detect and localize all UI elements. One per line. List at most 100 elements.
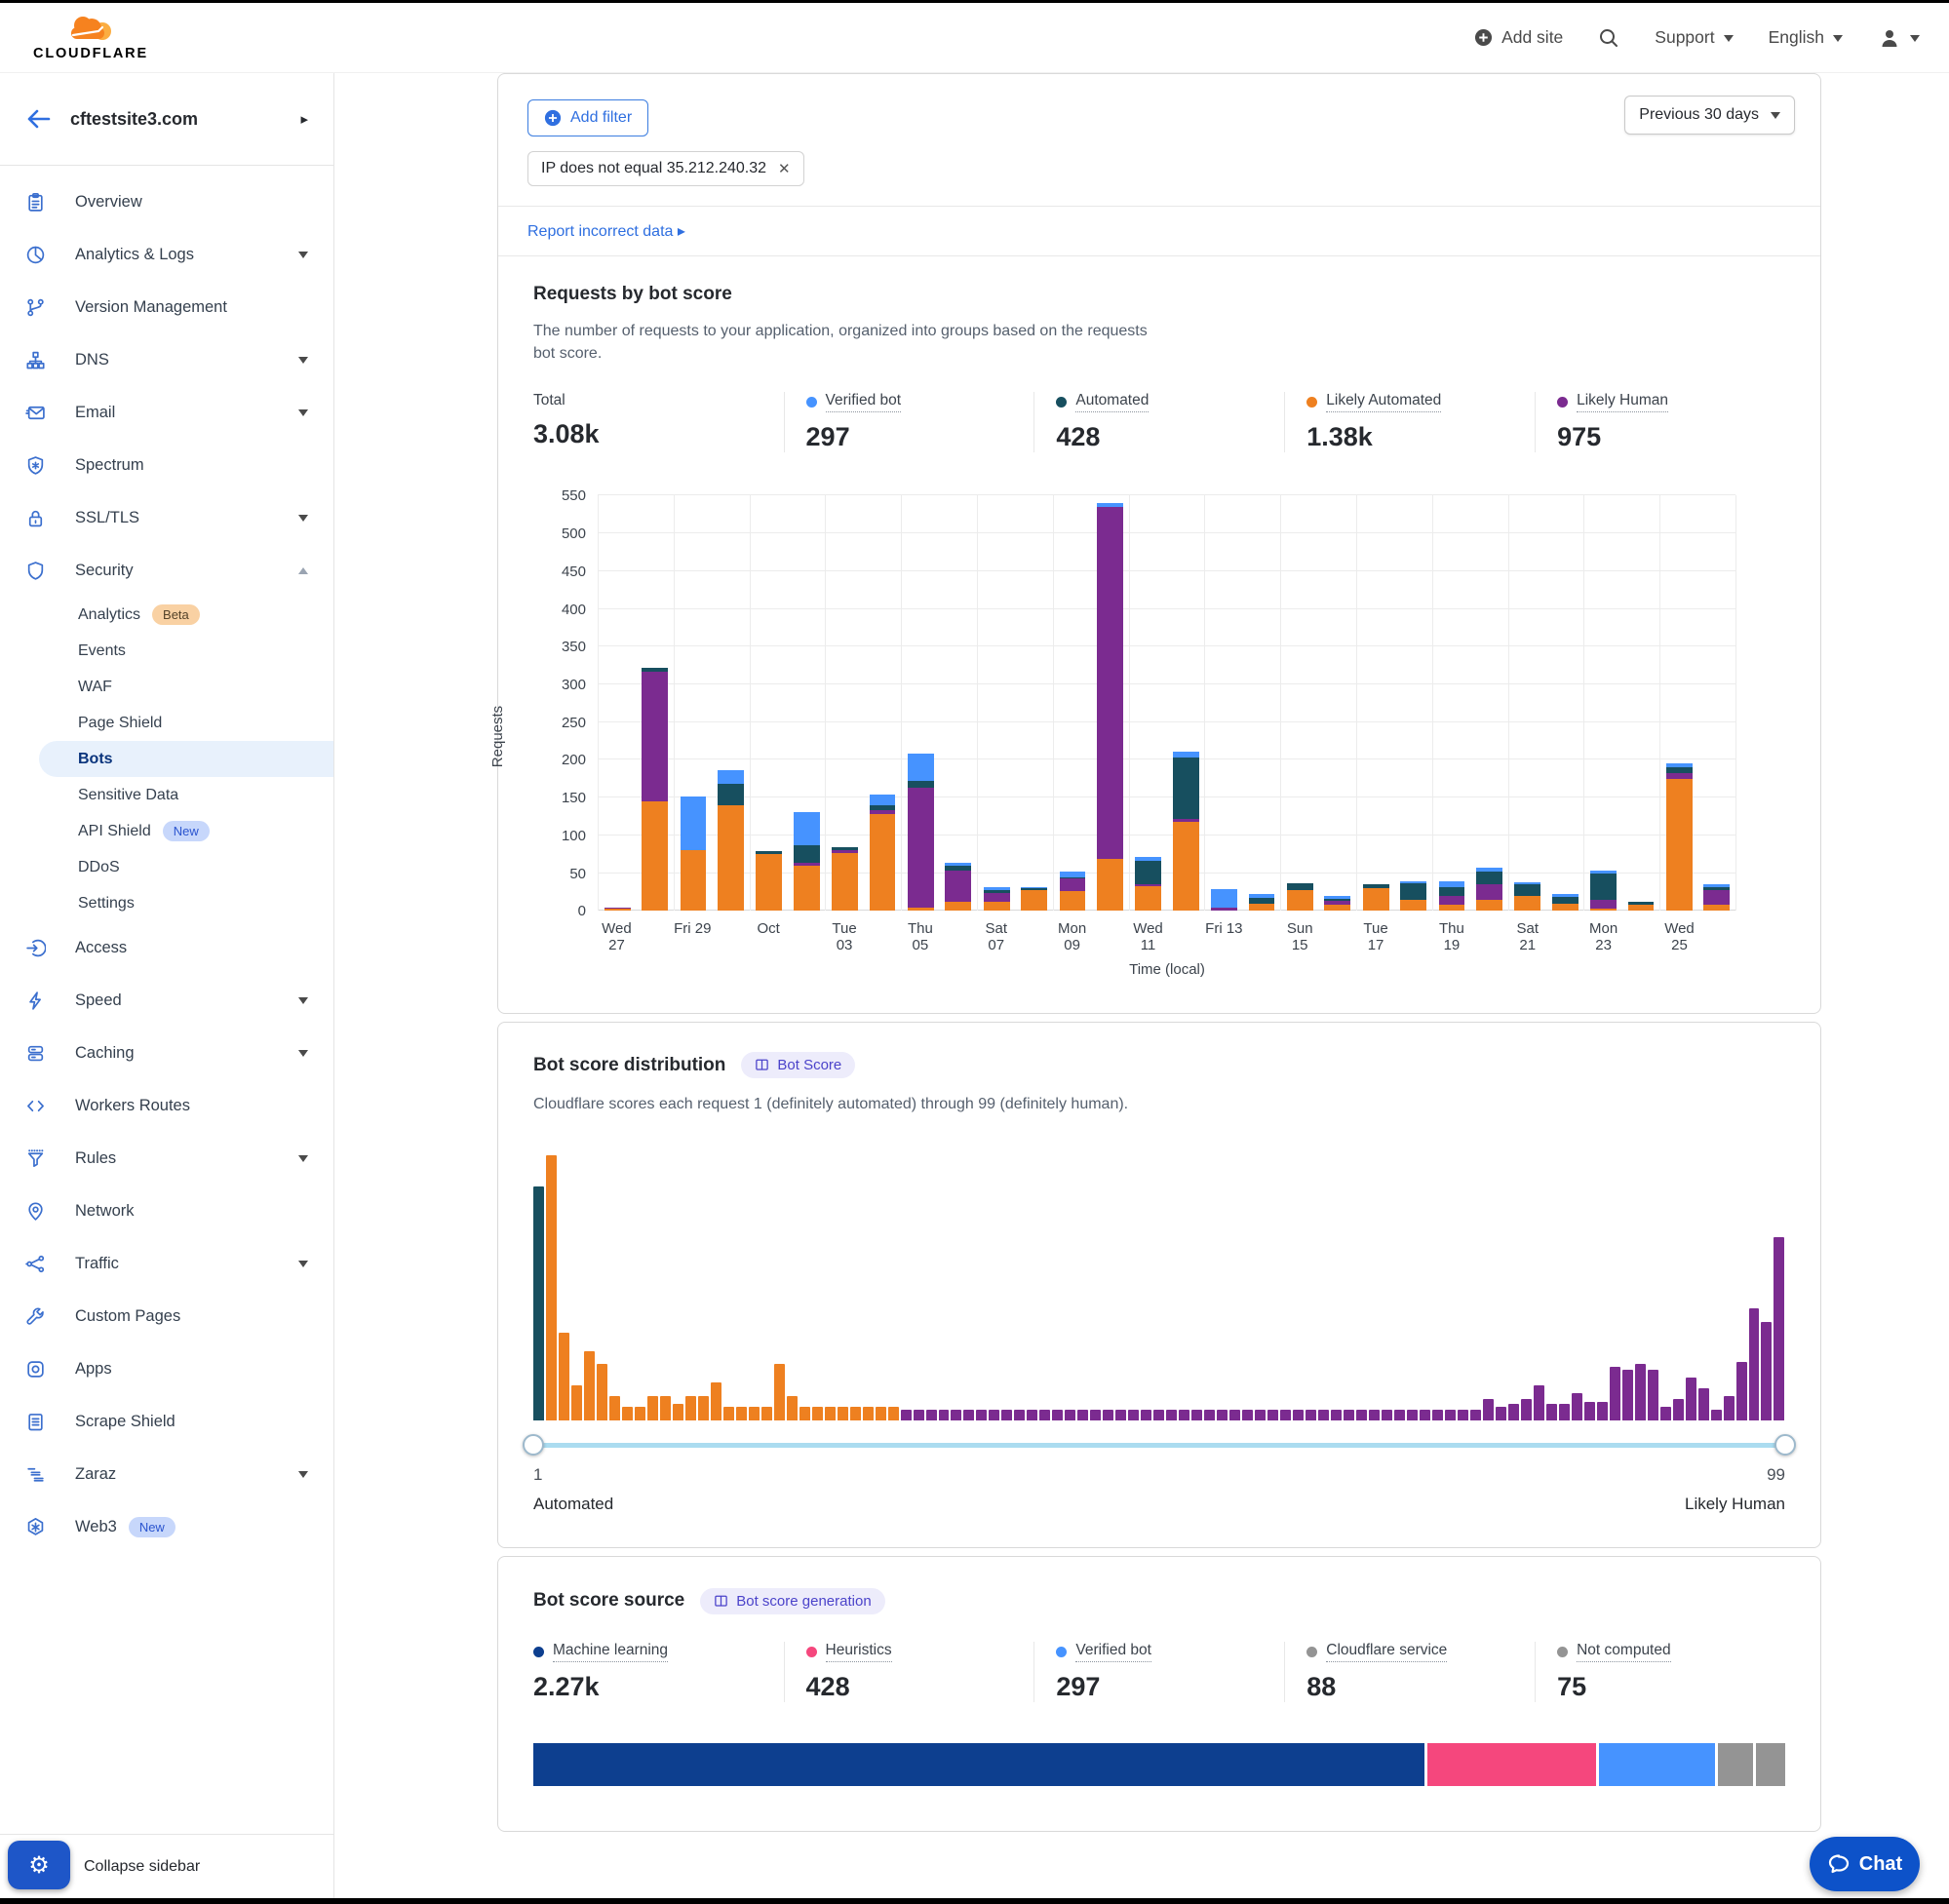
sidebar-item-caching[interactable]: Caching (0, 1027, 333, 1079)
chat-button[interactable]: Chat (1810, 1837, 1920, 1891)
histogram-bar (1090, 1410, 1101, 1420)
stat-label-text: Automated (1075, 392, 1149, 412)
histogram-bar (1546, 1404, 1557, 1419)
slider-handle-min[interactable] (523, 1434, 544, 1456)
sidebar-item-analytics-logs[interactable]: Analytics & Logs (0, 228, 333, 281)
stat-label-likely-human[interactable]: Likely Human (1557, 392, 1668, 412)
slider-handle-max[interactable] (1774, 1434, 1796, 1456)
report-incorrect-data-link[interactable]: Report incorrect data ▸ (527, 223, 685, 240)
sidebar-subitem-ddos[interactable]: DDoS (0, 849, 333, 885)
sidebar-subitem-sensitive-data[interactable]: Sensitive Data (0, 777, 333, 813)
bar-segment (908, 908, 934, 912)
sidebar-item-network[interactable]: Network (0, 1185, 333, 1237)
chart-column-group (674, 495, 750, 911)
histogram-bar (939, 1410, 950, 1420)
sidebar-item-access[interactable]: Access (0, 921, 333, 974)
sidebar-subitem-api-shield[interactable]: API ShieldNew (0, 813, 333, 849)
legend-dot (1306, 1647, 1317, 1657)
chart-column-group (750, 495, 826, 911)
back-arrow-icon[interactable] (25, 108, 51, 130)
x-tick-label: Fri 13 (1205, 920, 1243, 953)
sidebar-item-apps[interactable]: Apps (0, 1342, 333, 1395)
collapse-sidebar-button[interactable]: Collapse sidebar (84, 1858, 200, 1876)
add-site-button[interactable]: Add site (1474, 27, 1563, 48)
histogram-bar (1774, 1237, 1784, 1420)
sidebar-subitem-events[interactable]: Events (0, 633, 333, 669)
sidebar-item-dns[interactable]: DNS (0, 333, 333, 386)
histogram-bar (1001, 1410, 1012, 1420)
sidebar-item-traffic[interactable]: Traffic (0, 1237, 333, 1290)
bar-segment (945, 871, 971, 902)
sidebar-item-zaraz[interactable]: Zaraz (0, 1448, 333, 1500)
sidebar: cftestsite3.com ▸ OverviewAnalytics & Lo… (0, 73, 334, 1898)
sidebar-item-custom-pages[interactable]: Custom Pages (0, 1290, 333, 1342)
histogram-bar (1749, 1308, 1760, 1419)
sidebar-item-speed[interactable]: Speed (0, 974, 333, 1027)
stacked-bar (1060, 872, 1086, 911)
slider-track[interactable] (533, 1443, 1785, 1448)
histogram-bar (698, 1396, 709, 1419)
remove-filter-icon[interactable]: ✕ (778, 160, 791, 177)
sidebar-subitem-analytics[interactable]: AnalyticsBeta (0, 597, 333, 633)
histogram-bar (1255, 1410, 1266, 1420)
stat-label-text: Verified bot (826, 392, 902, 412)
x-tick-label: Mon 23 (1584, 920, 1622, 953)
sidebar-subitem-waf[interactable]: WAF (0, 669, 333, 705)
sidebar-item-scrape-shield[interactable]: Scrape Shield (0, 1395, 333, 1448)
stat-label-likely-automated[interactable]: Likely Automated (1306, 392, 1441, 412)
stat-label-cloudflare-service[interactable]: Cloudflare service (1306, 1642, 1447, 1662)
stat-label-text: Total (533, 392, 565, 409)
bar-segment (908, 781, 934, 788)
quick-settings-button[interactable]: ⚙ (8, 1841, 70, 1889)
sidebar-item-rules[interactable]: Rules (0, 1132, 333, 1185)
stat-label-verified-bot[interactable]: Verified bot (1056, 1642, 1151, 1662)
stacked-bar (1173, 752, 1199, 911)
sidebar-item-label: SSL/TLS (75, 509, 139, 527)
sidebar-subitem-page-shield[interactable]: Page Shield (0, 705, 333, 741)
histogram-bar (1229, 1410, 1240, 1420)
stat-label-total: Total (533, 392, 565, 409)
site-switcher[interactable]: cftestsite3.com ▸ (0, 73, 333, 166)
histogram-bar (584, 1351, 595, 1420)
score-range-slider[interactable] (533, 1434, 1785, 1456)
stacked-bar (1476, 868, 1502, 911)
x-axis-tick-labels: Wed 27Fri 29OctTue 03Thu 05Sat 07Mon 09W… (598, 920, 1736, 953)
stat-label-not-computed[interactable]: Not computed (1557, 1642, 1671, 1662)
stacked-bar (1363, 884, 1389, 912)
filter-chip[interactable]: IP does not equal 35.212.240.32 ✕ (527, 151, 804, 186)
source-card: Bot score source Bot score generation Ma… (497, 1556, 1821, 1832)
add-filter-button[interactable]: Add filter (527, 99, 648, 136)
account-menu[interactable] (1878, 26, 1920, 50)
bar-segment (908, 788, 934, 907)
support-menu[interactable]: Support (1655, 27, 1733, 48)
sidebar-item-email[interactable]: Email (0, 386, 333, 439)
language-menu[interactable]: English (1769, 27, 1843, 48)
stat-label-automated[interactable]: Automated (1056, 392, 1149, 412)
sidebar-item-ssl-tls[interactable]: SSL/TLS (0, 491, 333, 544)
stat-label-verified-bot[interactable]: Verified bot (806, 392, 902, 412)
stacked-bar (1439, 881, 1465, 911)
sidebar-item-overview[interactable]: Overview (0, 175, 333, 228)
histogram-bar (1065, 1410, 1075, 1420)
stat-label-machine-learning[interactable]: Machine learning (533, 1642, 668, 1662)
cloudflare-logo[interactable]: CLOUDFLARE (18, 14, 164, 61)
chart-column-group (1129, 495, 1205, 911)
legend-dot (1306, 397, 1317, 408)
stacked-bar (718, 770, 744, 912)
sidebar-subitem-bots[interactable]: Bots (39, 741, 333, 777)
sidebar-item-version-management[interactable]: Version Management (0, 281, 333, 333)
stat-label-heuristics[interactable]: Heuristics (806, 1642, 892, 1662)
chevron-down-icon (298, 997, 308, 1009)
x-axis-title: Time (local) (598, 961, 1736, 978)
sidebar-item-security[interactable]: Security (0, 544, 333, 597)
search-button[interactable] (1598, 27, 1619, 49)
bar-segment (718, 805, 744, 911)
sidebar-item-web3[interactable]: Web3New (0, 1500, 333, 1553)
histogram-bar (1736, 1362, 1747, 1420)
sidebar-item-spectrum[interactable]: Spectrum (0, 439, 333, 491)
bot-score-generation-badge[interactable]: Bot score generation (700, 1588, 884, 1614)
sidebar-subitem-settings[interactable]: Settings (0, 885, 333, 921)
date-range-select[interactable]: Previous 30 days (1624, 96, 1795, 135)
bot-score-badge[interactable]: Bot Score (741, 1052, 855, 1078)
sidebar-item-workers-routes[interactable]: Workers Routes (0, 1079, 333, 1132)
